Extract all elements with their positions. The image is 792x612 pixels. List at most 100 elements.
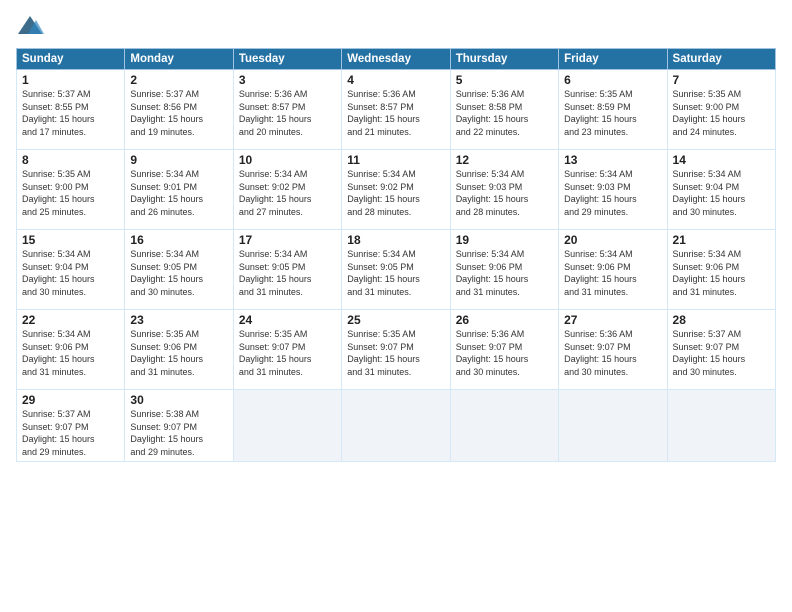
day-number: 22 <box>22 313 119 327</box>
day-info: Sunrise: 5:34 AM Sunset: 9:06 PM Dayligh… <box>673 248 770 298</box>
day-number: 27 <box>564 313 661 327</box>
day-info: Sunrise: 5:37 AM Sunset: 9:07 PM Dayligh… <box>22 408 119 458</box>
day-number: 4 <box>347 73 444 87</box>
header-row: SundayMondayTuesdayWednesdayThursdayFrid… <box>17 49 776 70</box>
day-number: 14 <box>673 153 770 167</box>
day-number: 9 <box>130 153 227 167</box>
page: SundayMondayTuesdayWednesdayThursdayFrid… <box>0 0 792 612</box>
calendar-cell: 15Sunrise: 5:34 AM Sunset: 9:04 PM Dayli… <box>17 230 125 310</box>
col-header-tuesday: Tuesday <box>233 49 341 70</box>
day-info: Sunrise: 5:34 AM Sunset: 9:05 PM Dayligh… <box>130 248 227 298</box>
day-info: Sunrise: 5:34 AM Sunset: 9:06 PM Dayligh… <box>456 248 553 298</box>
day-number: 5 <box>456 73 553 87</box>
calendar-table: SundayMondayTuesdayWednesdayThursdayFrid… <box>16 48 776 462</box>
day-number: 20 <box>564 233 661 247</box>
week-row-5: 29Sunrise: 5:37 AM Sunset: 9:07 PM Dayli… <box>17 390 776 462</box>
calendar-cell: 19Sunrise: 5:34 AM Sunset: 9:06 PM Dayli… <box>450 230 558 310</box>
day-info: Sunrise: 5:34 AM Sunset: 9:05 PM Dayligh… <box>239 248 336 298</box>
calendar-cell: 3Sunrise: 5:36 AM Sunset: 8:57 PM Daylig… <box>233 70 341 150</box>
day-info: Sunrise: 5:34 AM Sunset: 9:02 PM Dayligh… <box>239 168 336 218</box>
day-info: Sunrise: 5:34 AM Sunset: 9:06 PM Dayligh… <box>564 248 661 298</box>
calendar-cell: 8Sunrise: 5:35 AM Sunset: 9:00 PM Daylig… <box>17 150 125 230</box>
calendar-cell <box>559 390 667 462</box>
week-row-4: 22Sunrise: 5:34 AM Sunset: 9:06 PM Dayli… <box>17 310 776 390</box>
day-info: Sunrise: 5:35 AM Sunset: 9:07 PM Dayligh… <box>239 328 336 378</box>
day-number: 12 <box>456 153 553 167</box>
day-number: 29 <box>22 393 119 407</box>
day-number: 6 <box>564 73 661 87</box>
day-number: 26 <box>456 313 553 327</box>
calendar-cell: 21Sunrise: 5:34 AM Sunset: 9:06 PM Dayli… <box>667 230 775 310</box>
day-number: 11 <box>347 153 444 167</box>
col-header-monday: Monday <box>125 49 233 70</box>
col-header-thursday: Thursday <box>450 49 558 70</box>
calendar-cell: 14Sunrise: 5:34 AM Sunset: 9:04 PM Dayli… <box>667 150 775 230</box>
day-info: Sunrise: 5:36 AM Sunset: 9:07 PM Dayligh… <box>564 328 661 378</box>
day-info: Sunrise: 5:37 AM Sunset: 8:55 PM Dayligh… <box>22 88 119 138</box>
day-number: 30 <box>130 393 227 407</box>
calendar-cell: 28Sunrise: 5:37 AM Sunset: 9:07 PM Dayli… <box>667 310 775 390</box>
calendar-cell: 4Sunrise: 5:36 AM Sunset: 8:57 PM Daylig… <box>342 70 450 150</box>
day-info: Sunrise: 5:34 AM Sunset: 9:04 PM Dayligh… <box>22 248 119 298</box>
day-number: 25 <box>347 313 444 327</box>
calendar-cell: 25Sunrise: 5:35 AM Sunset: 9:07 PM Dayli… <box>342 310 450 390</box>
day-info: Sunrise: 5:37 AM Sunset: 9:07 PM Dayligh… <box>673 328 770 378</box>
day-info: Sunrise: 5:37 AM Sunset: 8:56 PM Dayligh… <box>130 88 227 138</box>
calendar-cell <box>450 390 558 462</box>
day-info: Sunrise: 5:35 AM Sunset: 9:07 PM Dayligh… <box>347 328 444 378</box>
calendar-cell: 18Sunrise: 5:34 AM Sunset: 9:05 PM Dayli… <box>342 230 450 310</box>
day-info: Sunrise: 5:36 AM Sunset: 9:07 PM Dayligh… <box>456 328 553 378</box>
calendar-cell: 16Sunrise: 5:34 AM Sunset: 9:05 PM Dayli… <box>125 230 233 310</box>
day-info: Sunrise: 5:34 AM Sunset: 9:05 PM Dayligh… <box>347 248 444 298</box>
day-info: Sunrise: 5:36 AM Sunset: 8:57 PM Dayligh… <box>239 88 336 138</box>
day-number: 7 <box>673 73 770 87</box>
calendar-cell: 29Sunrise: 5:37 AM Sunset: 9:07 PM Dayli… <box>17 390 125 462</box>
day-info: Sunrise: 5:34 AM Sunset: 9:06 PM Dayligh… <box>22 328 119 378</box>
calendar-cell <box>342 390 450 462</box>
calendar-cell: 11Sunrise: 5:34 AM Sunset: 9:02 PM Dayli… <box>342 150 450 230</box>
calendar-cell: 17Sunrise: 5:34 AM Sunset: 9:05 PM Dayli… <box>233 230 341 310</box>
day-info: Sunrise: 5:35 AM Sunset: 8:59 PM Dayligh… <box>564 88 661 138</box>
day-number: 24 <box>239 313 336 327</box>
day-number: 18 <box>347 233 444 247</box>
week-row-1: 1Sunrise: 5:37 AM Sunset: 8:55 PM Daylig… <box>17 70 776 150</box>
day-info: Sunrise: 5:34 AM Sunset: 9:04 PM Dayligh… <box>673 168 770 218</box>
day-number: 2 <box>130 73 227 87</box>
calendar-cell: 6Sunrise: 5:35 AM Sunset: 8:59 PM Daylig… <box>559 70 667 150</box>
calendar-cell: 2Sunrise: 5:37 AM Sunset: 8:56 PM Daylig… <box>125 70 233 150</box>
day-number: 21 <box>673 233 770 247</box>
day-info: Sunrise: 5:35 AM Sunset: 9:00 PM Dayligh… <box>673 88 770 138</box>
calendar-cell: 10Sunrise: 5:34 AM Sunset: 9:02 PM Dayli… <box>233 150 341 230</box>
calendar-cell <box>233 390 341 462</box>
day-info: Sunrise: 5:34 AM Sunset: 9:03 PM Dayligh… <box>456 168 553 218</box>
week-row-3: 15Sunrise: 5:34 AM Sunset: 9:04 PM Dayli… <box>17 230 776 310</box>
calendar-cell: 13Sunrise: 5:34 AM Sunset: 9:03 PM Dayli… <box>559 150 667 230</box>
day-info: Sunrise: 5:36 AM Sunset: 8:57 PM Dayligh… <box>347 88 444 138</box>
day-info: Sunrise: 5:38 AM Sunset: 9:07 PM Dayligh… <box>130 408 227 458</box>
logo <box>16 12 48 40</box>
calendar-cell <box>667 390 775 462</box>
week-row-2: 8Sunrise: 5:35 AM Sunset: 9:00 PM Daylig… <box>17 150 776 230</box>
day-info: Sunrise: 5:34 AM Sunset: 9:01 PM Dayligh… <box>130 168 227 218</box>
header <box>16 12 776 40</box>
calendar-cell: 12Sunrise: 5:34 AM Sunset: 9:03 PM Dayli… <box>450 150 558 230</box>
day-number: 13 <box>564 153 661 167</box>
col-header-sunday: Sunday <box>17 49 125 70</box>
day-info: Sunrise: 5:34 AM Sunset: 9:02 PM Dayligh… <box>347 168 444 218</box>
col-header-friday: Friday <box>559 49 667 70</box>
day-info: Sunrise: 5:36 AM Sunset: 8:58 PM Dayligh… <box>456 88 553 138</box>
calendar-cell: 9Sunrise: 5:34 AM Sunset: 9:01 PM Daylig… <box>125 150 233 230</box>
calendar-cell: 1Sunrise: 5:37 AM Sunset: 8:55 PM Daylig… <box>17 70 125 150</box>
day-number: 23 <box>130 313 227 327</box>
day-number: 15 <box>22 233 119 247</box>
calendar-cell: 23Sunrise: 5:35 AM Sunset: 9:06 PM Dayli… <box>125 310 233 390</box>
col-header-saturday: Saturday <box>667 49 775 70</box>
day-number: 19 <box>456 233 553 247</box>
day-number: 8 <box>22 153 119 167</box>
day-number: 16 <box>130 233 227 247</box>
logo-icon <box>16 12 44 40</box>
calendar-cell: 22Sunrise: 5:34 AM Sunset: 9:06 PM Dayli… <box>17 310 125 390</box>
day-number: 28 <box>673 313 770 327</box>
calendar-cell: 27Sunrise: 5:36 AM Sunset: 9:07 PM Dayli… <box>559 310 667 390</box>
day-info: Sunrise: 5:35 AM Sunset: 9:06 PM Dayligh… <box>130 328 227 378</box>
